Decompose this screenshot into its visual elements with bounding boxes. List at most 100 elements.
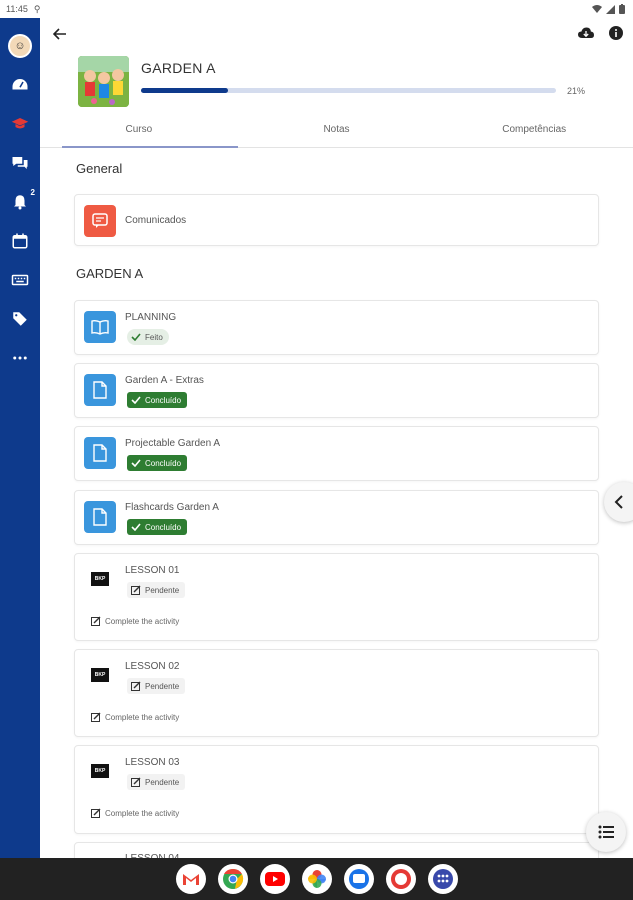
sidebar-item-profile[interactable]: ☺ [0,26,40,65]
tab-curso[interactable]: Curso [40,112,238,148]
course-progress-bar [141,88,556,93]
graduation-cap-icon [11,117,29,128]
item-label: LESSON 02 [125,661,180,672]
youtube-icon[interactable] [259,864,290,894]
item-label: Comunicados [125,215,187,226]
app-icon[interactable] [385,864,416,894]
tag-icon [13,311,27,326]
course-title: GARDEN A [141,60,216,76]
status-badge: Pendente [127,678,186,694]
list-item-projectable-garden[interactable]: Projectable Garden A Concluído [74,426,599,481]
todo-hint: Complete the activity [91,808,179,818]
notification-badge: 2 [30,188,35,197]
brand-logo: BKP [91,572,109,586]
status-text: Pendente [145,681,180,691]
brand-logo: BKP [91,668,109,682]
app-drawer-icon[interactable] [427,864,458,894]
sidebar-item-courses[interactable] [0,104,40,143]
dashboard-icon [12,78,28,89]
file-icon [84,501,116,533]
status-text: Pendente [145,777,180,787]
file-icon [84,374,116,406]
signal-icon [606,4,615,14]
info-button[interactable] [607,24,625,42]
status-badge: Pendente [127,774,186,790]
check-icon [131,459,141,467]
sidebar-item-keyboard[interactable] [0,260,40,299]
chevron-left-icon [614,495,623,509]
sidebar-item-tags[interactable] [0,299,40,338]
android-dock [0,858,633,900]
avatar: ☺ [8,33,32,58]
cloud-download-icon [578,27,594,38]
sidebar-item-notifications[interactable]: 2 [0,182,40,221]
gmail-icon[interactable] [175,864,206,894]
calendar-icon [12,233,28,248]
item-label: LESSON 01 [125,565,180,576]
edit-icon [131,681,141,691]
course-thumbnail [78,56,129,107]
status-badge: Concluído [127,392,188,408]
arrow-left-icon [53,28,66,40]
wifi-icon [592,4,602,13]
battery-icon [619,4,625,14]
brand-logo: BKP [91,764,109,778]
edit-icon [131,777,141,787]
item-label: Projectable Garden A [125,438,221,449]
list-item-lesson-03[interactable]: BKP LESSON 03 Pendente Complete the acti… [74,745,599,834]
sidebar-item-dashboard[interactable] [0,65,40,104]
item-label: Garden A - Extras [125,375,204,386]
status-text: Feito [145,332,163,342]
top-actions [577,24,625,42]
list-item-flashcards-garden[interactable]: Flashcards Garden A Concluído [74,490,599,545]
check-icon [131,333,141,341]
file-icon [84,437,116,469]
section-title-garden: GARDEN A [76,266,144,281]
sidebar-item-more[interactable] [0,338,40,377]
sidebar-item-chat[interactable] [0,143,40,182]
list-menu-button[interactable] [586,812,626,852]
edit-icon [91,616,101,626]
course-progress-label: 21% [567,86,586,96]
status-badge: Concluído [127,519,188,535]
edit-icon [91,712,101,722]
side-panel-toggle[interactable] [604,482,633,522]
sidebar-item-calendar[interactable] [0,221,40,260]
status-time: 11:45 [6,4,28,14]
chat-icon [12,156,28,169]
status-badge: Feito [127,329,169,345]
bell-icon [14,194,26,209]
photos-icon[interactable] [301,864,332,894]
list-item-garden-extras[interactable]: Garden A - Extras Concluído [74,363,599,418]
messages-icon[interactable] [343,864,374,894]
edit-icon [91,808,101,818]
chrome-icon[interactable] [217,864,248,894]
item-label: Flashcards Garden A [125,502,219,513]
item-label: LESSON 03 [125,757,180,768]
status-text: Pendente [145,585,180,595]
todo-text: Complete the activity [105,808,180,818]
status-badge: Pendente [127,582,186,598]
status-text: Concluído [145,395,182,405]
course-progress-fill [141,88,229,93]
item-label: PLANNING [125,312,177,323]
list-item-planning[interactable]: PLANNING Feito [74,300,599,355]
book-icon [84,311,116,343]
status-badge: Concluído [127,455,188,471]
status-text: Concluído [145,458,182,468]
list-item-lesson-01[interactable]: BKP LESSON 01 Pendente Complete the acti… [74,553,599,641]
list-icon [598,825,614,839]
usb-icon: ⚲ [33,3,41,14]
tab-notas[interactable]: Notas [238,112,436,147]
tab-competencias[interactable]: Competências [435,112,633,147]
check-icon [131,396,141,404]
status-text: Concluído [145,522,182,532]
list-item-comunicados[interactable]: Comunicados [74,194,599,246]
todo-hint: Complete the activity [91,712,179,722]
edit-icon [131,585,141,595]
back-button[interactable] [50,24,70,44]
todo-text: Complete the activity [105,616,180,626]
cloud-download-button[interactable] [577,24,595,42]
section-title-general: General [76,161,123,176]
list-item-lesson-02[interactable]: BKP LESSON 02 Pendente Complete the acti… [74,649,599,737]
